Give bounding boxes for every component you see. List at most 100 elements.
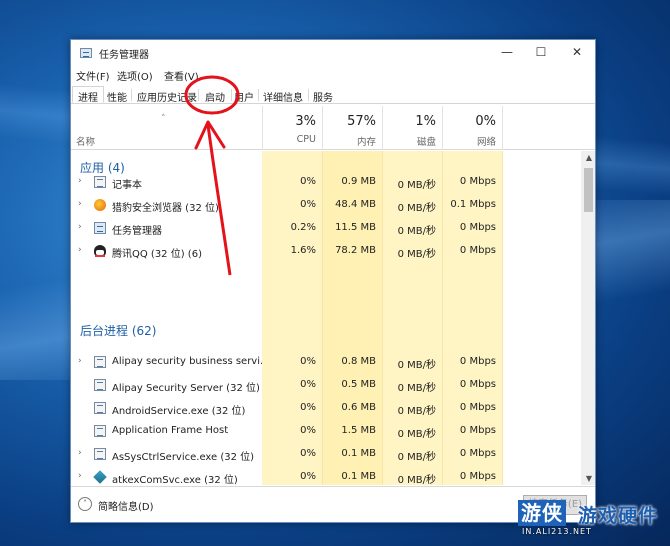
column-network[interactable]: 0% 网络 [442,106,502,150]
disk-total-percent: 1% [415,114,436,129]
process-mem-value: 11.5 MB [335,222,376,233]
column-name-label: 名称 [76,137,96,148]
tab-details[interactable]: 详细信息 [258,87,308,104]
cpu-label: CPU [296,134,316,145]
memory-label: 内存 [356,137,376,148]
process-net-value: 0.1 Mbps [450,199,496,210]
app-process-row[interactable]: › 猎豹安全浏览器 (32 位) 0% 48.4 MB 0 MB/秒 0.1 Mbps [71,194,581,217]
disk-label: 磁盘 [416,137,436,148]
close-button[interactable]: ✕ [559,40,595,66]
process-disk-value: 0 MB/秒 [397,406,436,417]
process-list: 应用 (4) 后台进程 (62) › 记事本 0% 0.9 MB 0 MB/秒 0 Mbp… [71,151,581,485]
process-net-value: 0 Mbps [459,176,496,187]
tab-processes[interactable]: 进程 [72,86,104,104]
column-memory[interactable]: 57% 内存 [322,106,382,150]
service-window-icon [94,356,106,368]
expand-chevron-icon[interactable]: › [78,356,82,366]
scrollbar-thumb[interactable] [584,168,593,212]
tab-bar: 进程 性能 应用历史记录 启动 用户 详细信息 服务 [71,84,595,104]
task-manager-icon [94,222,106,234]
tab-app-history[interactable]: 应用历史记录 [132,87,202,104]
app-process-row[interactable]: › 腾讯QQ (32 位) (6) 1.6% 78.2 MB 0 MB/秒 0 Mbps [71,240,581,263]
process-name: Alipay security business servi... [112,356,262,367]
column-cpu[interactable]: 3% CPU [262,106,322,150]
memory-total-percent: 57% [347,114,376,129]
expand-chevron-icon[interactable]: › [78,448,82,458]
tab-performance[interactable]: 性能 [102,87,132,104]
scroll-up-icon[interactable]: ▲ [581,153,595,162]
scroll-down-icon[interactable]: ▼ [581,474,595,483]
process-name: Application Frame Host [112,425,229,436]
process-name: AndroidService.exe (32 位) [112,406,246,417]
expand-chevron-icon[interactable]: › [78,471,82,481]
process-cpu-value: 0.2% [290,222,316,233]
background-process-row[interactable]: › Alipay security business servi... 0% 0.8 … [71,351,581,374]
tab-users[interactable]: 用户 [229,87,259,104]
process-disk-value: 0 MB/秒 [397,226,436,237]
service-window-icon [94,448,106,460]
expand-chevron-icon[interactable]: › [78,176,82,186]
service-window-icon [94,402,106,414]
process-name: 猎豹安全浏览器 (32 位) [112,203,219,214]
tab-startup[interactable]: 启动 [200,87,230,104]
process-cpu-value: 0% [300,471,316,482]
watermark-logo: 游侠 [518,500,566,526]
menu-options[interactable]: 选项(O) [117,68,153,83]
background-process-row[interactable]: › AsSysCtrlService.exe (32 位) 0% 0.1 MB 0 MB… [71,443,581,466]
qq-penguin-icon [94,245,106,257]
process-net-value: 0 Mbps [459,448,496,459]
collapse-chevron-icon[interactable]: ˄ [78,497,92,511]
process-name: 记事本 [112,180,142,191]
vertical-scrollbar[interactable]: ▲ ▼ [581,151,595,485]
process-cpu-value: 0% [300,425,316,436]
process-net-value: 0 Mbps [459,356,496,367]
background-process-row[interactable]: Alipay Security Server (32 位) 0% 0.5 MB 0 M… [71,374,581,397]
process-disk-value: 0 MB/秒 [397,383,436,394]
process-cpu-value: 0% [300,199,316,210]
expand-chevron-icon[interactable]: › [78,222,82,232]
process-cpu-value: 0% [300,402,316,413]
app-process-row[interactable]: › 任务管理器 0.2% 11.5 MB 0 MB/秒 0 Mbps [71,217,581,240]
process-name: AsSysCtrlService.exe (32 位) [112,452,255,463]
tab-services[interactable]: 服务 [308,87,338,104]
task-manager-icon [80,48,92,58]
process-disk-value: 0 MB/秒 [397,452,436,463]
process-mem-value: 1.5 MB [341,425,376,436]
less-details-link[interactable]: 简略信息(D) [98,498,154,513]
watermark-text: 游戏硬件 [578,505,659,527]
menu-view[interactable]: 查看(V) [164,68,199,83]
cheetah-browser-icon [94,199,106,211]
gem-icon [93,470,107,484]
process-disk-value: 0 MB/秒 [397,475,436,485]
column-disk[interactable]: 1% 磁盘 [382,106,442,150]
task-manager-window: 任务管理器 — ☐ ✕ 文件(F) 选项(O) 查看(V) 进程 性能 应用历史… [70,39,596,523]
group-background-title[interactable]: 后台进程 (62) [80,322,156,339]
column-name[interactable]: ˄ 名称 [71,106,262,150]
window-title: 任务管理器 [99,50,149,61]
process-net-value: 0 Mbps [459,471,496,482]
title-bar: 任务管理器 — ☐ ✕ [71,40,595,66]
process-mem-value: 0.8 MB [341,356,376,367]
sort-up-icon: ˄ [161,114,166,124]
background-process-row[interactable]: Application Frame Host 0% 1.5 MB 0 MB/秒 0 Mb… [71,420,581,443]
minimize-button[interactable]: — [489,40,525,66]
menu-file[interactable]: 文件(F) [76,68,110,83]
process-disk-value: 0 MB/秒 [397,429,436,440]
process-disk-value: 0 MB/秒 [397,180,436,191]
background-process-row[interactable]: AndroidService.exe (32 位) 0% 0.6 MB 0 MB/秒 0… [71,397,581,420]
process-cpu-value: 0% [300,176,316,187]
expand-chevron-icon[interactable]: › [78,245,82,255]
app-process-row[interactable]: › 记事本 0% 0.9 MB 0 MB/秒 0 Mbps [71,171,581,194]
process-mem-value: 0.9 MB [341,176,376,187]
process-mem-value: 78.2 MB [335,245,376,256]
process-disk-value: 0 MB/秒 [397,249,436,260]
expand-chevron-icon[interactable]: › [78,199,82,209]
process-net-value: 0 Mbps [459,222,496,233]
process-name: 腾讯QQ (32 位) (6) [112,249,202,260]
service-window-icon [94,379,106,391]
process-cpu-value: 0% [300,448,316,459]
maximize-button[interactable]: ☐ [523,40,559,66]
process-mem-value: 0.6 MB [341,402,376,413]
background-process-row[interactable]: › atkexComSvc.exe (32 位) 0% 0.1 MB 0 MB/秒 0 M… [71,466,581,485]
process-mem-value: 0.1 MB [341,471,376,482]
